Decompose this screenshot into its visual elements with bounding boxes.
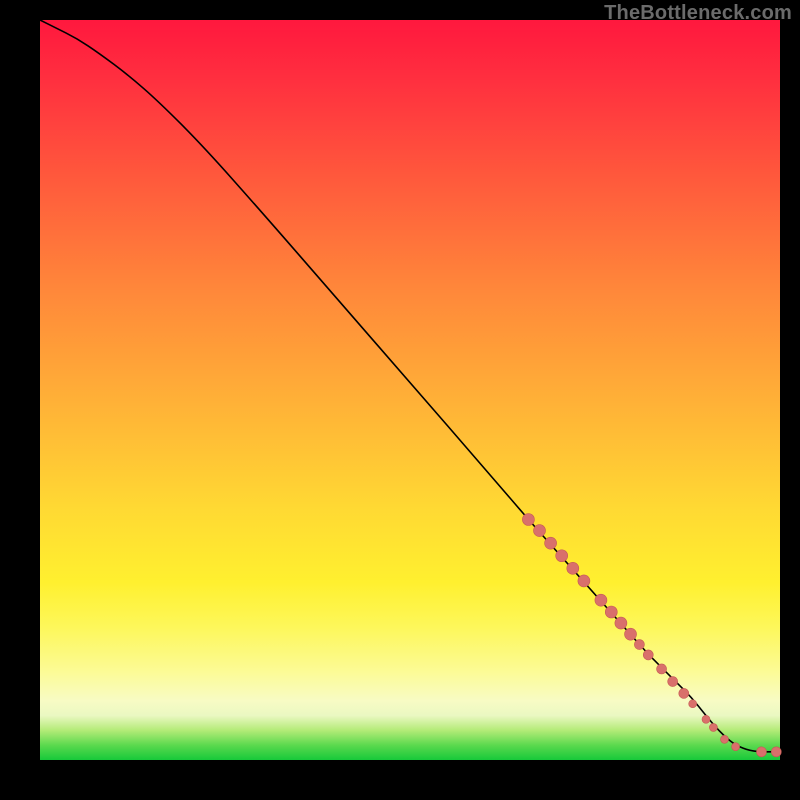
data-point — [702, 715, 710, 723]
data-point — [679, 688, 689, 698]
data-point — [721, 735, 729, 743]
scatter-points — [522, 514, 781, 757]
data-point — [625, 628, 637, 640]
data-point — [771, 747, 781, 757]
data-point — [709, 723, 717, 731]
data-point — [567, 562, 579, 574]
data-point — [522, 514, 534, 526]
chart-stage: TheBottleneck.com — [0, 0, 800, 800]
plot-svg — [40, 20, 780, 760]
data-point — [643, 650, 653, 660]
data-point — [578, 575, 590, 587]
data-point — [556, 550, 568, 562]
data-point — [615, 617, 627, 629]
data-point — [657, 664, 667, 674]
data-point — [595, 594, 607, 606]
curve-line — [40, 20, 780, 752]
data-point — [605, 606, 617, 618]
data-point — [732, 743, 740, 751]
data-point — [668, 677, 678, 687]
data-point — [545, 537, 557, 549]
data-point — [534, 525, 546, 537]
data-point — [689, 700, 697, 708]
data-point — [757, 747, 767, 757]
data-point — [634, 640, 644, 650]
